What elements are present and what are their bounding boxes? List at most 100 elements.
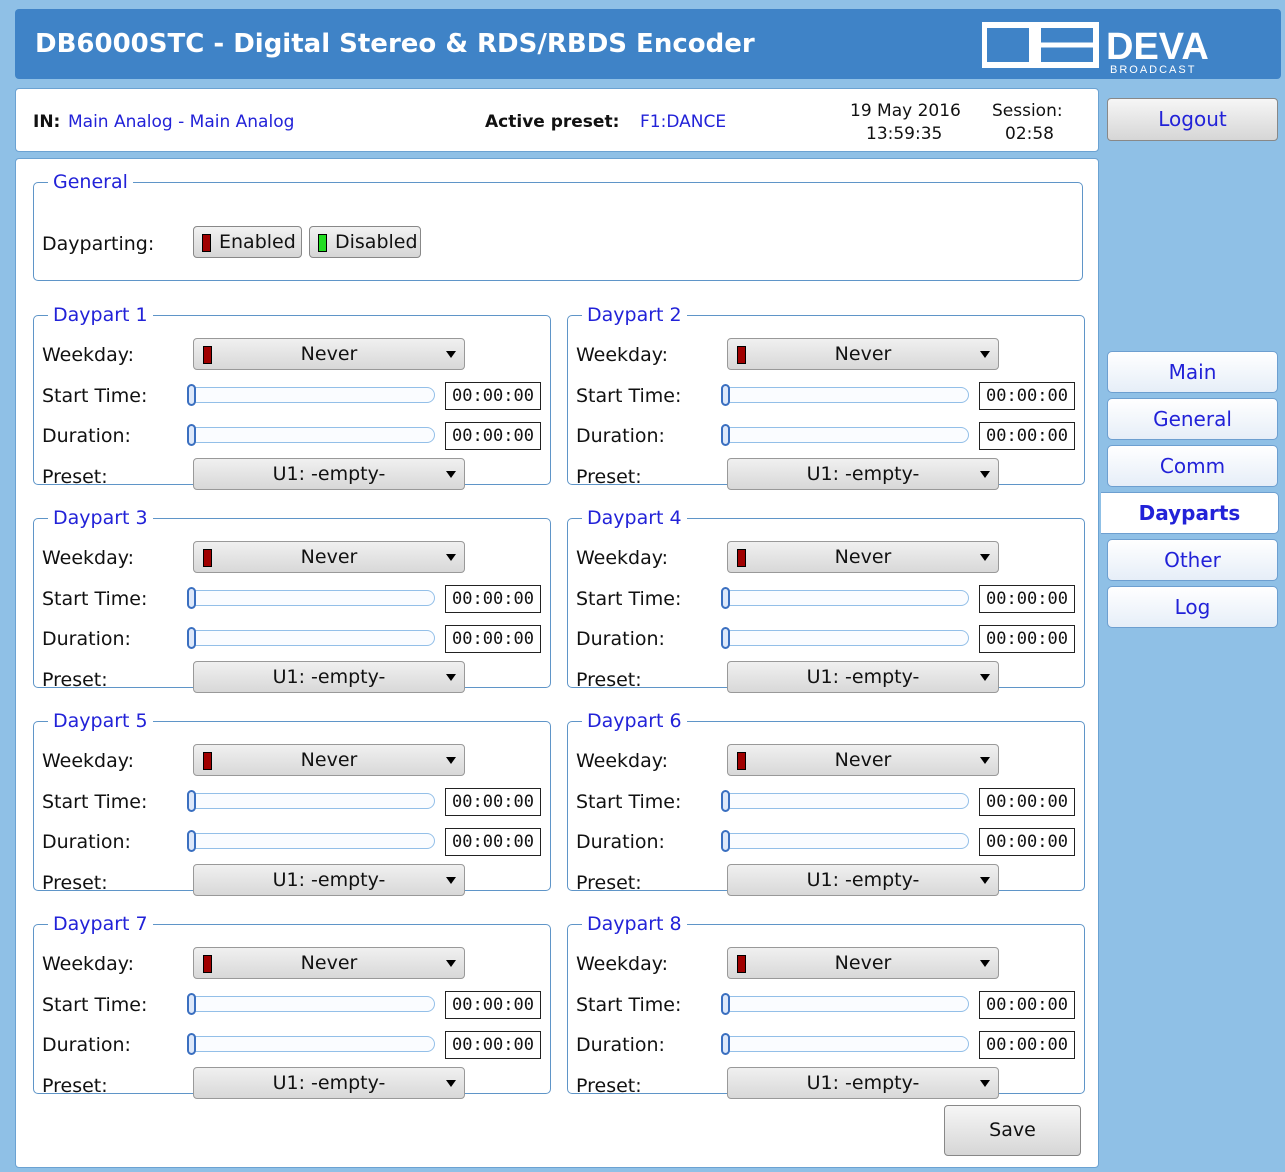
weekday-select[interactable]: Never [727, 744, 999, 776]
daypart-legend: Daypart 4 [587, 507, 682, 529]
preset-select[interactable]: U1: -empty- [193, 864, 465, 896]
daypart-group: Daypart 3 Weekday: Never Start Time: 00:… [33, 507, 551, 693]
preset-select[interactable]: U1: -empty- [193, 661, 465, 693]
general-legend: General [53, 171, 128, 193]
slider-handle[interactable] [187, 424, 196, 446]
weekday-label: Weekday: [42, 547, 135, 569]
weekday-select[interactable]: Never [727, 541, 999, 573]
preset-select[interactable]: U1: -empty- [727, 661, 999, 693]
dayparting-disabled-button[interactable]: Disabled [309, 226, 421, 258]
start-time-slider[interactable] [721, 384, 969, 406]
preset-select[interactable]: U1: -empty- [727, 458, 999, 490]
dayparting-enabled-button[interactable]: Enabled [193, 226, 302, 258]
duration-slider[interactable] [187, 627, 435, 649]
duration-field[interactable]: 00:00:00 [445, 422, 541, 450]
start-time-slider[interactable] [187, 384, 435, 406]
slider-handle[interactable] [187, 830, 196, 852]
save-button[interactable]: Save [944, 1105, 1081, 1156]
preset-select[interactable]: U1: -empty- [193, 1067, 465, 1099]
dropdown-arrow-icon [980, 351, 990, 358]
start-time-field[interactable]: 00:00:00 [445, 382, 541, 410]
start-time-field[interactable]: 00:00:00 [979, 788, 1075, 816]
daypart-legend: Daypart 2 [587, 304, 682, 326]
duration-field[interactable]: 00:00:00 [445, 828, 541, 856]
weekday-select[interactable]: Never [193, 338, 465, 370]
duration-slider[interactable] [721, 830, 969, 852]
duration-slider[interactable] [187, 830, 435, 852]
slider-handle[interactable] [721, 627, 730, 649]
start-time-field[interactable]: 00:00:00 [445, 991, 541, 1019]
daypart-group: Daypart 5 Weekday: Never Start Time: 00:… [33, 710, 551, 896]
daypart-group: Daypart 6 Weekday: Never Start Time: 00:… [567, 710, 1085, 896]
start-time-field[interactable]: 00:00:00 [445, 788, 541, 816]
duration-field[interactable]: 00:00:00 [979, 625, 1075, 653]
slider-handle[interactable] [187, 993, 196, 1015]
preset-select[interactable]: U1: -empty- [727, 1067, 999, 1099]
duration-slider[interactable] [721, 627, 969, 649]
tab-log[interactable]: Log [1107, 586, 1278, 628]
red-indicator-icon [203, 955, 212, 973]
daypart-group: Daypart 2 Weekday: Never Start Time: 00:… [567, 304, 1085, 490]
start-time-field[interactable]: 00:00:00 [979, 991, 1075, 1019]
preset-select[interactable]: U1: -empty- [727, 864, 999, 896]
weekday-label: Weekday: [576, 750, 669, 772]
dropdown-arrow-icon [980, 471, 990, 478]
slider-handle[interactable] [187, 627, 196, 649]
slider-handle[interactable] [721, 587, 730, 609]
weekday-select[interactable]: Never [193, 744, 465, 776]
weekday-label: Weekday: [576, 344, 669, 366]
start-time-slider[interactable] [721, 993, 969, 1015]
weekday-label: Weekday: [42, 750, 135, 772]
start-time-slider[interactable] [187, 587, 435, 609]
red-indicator-icon [737, 955, 746, 973]
duration-slider[interactable] [721, 1033, 969, 1055]
duration-field[interactable]: 00:00:00 [979, 828, 1075, 856]
slider-handle[interactable] [187, 587, 196, 609]
dropdown-arrow-icon [446, 757, 456, 764]
weekday-select[interactable]: Never [193, 541, 465, 573]
duration-slider[interactable] [187, 1033, 435, 1055]
slider-handle[interactable] [187, 384, 196, 406]
svg-text:BROADCAST: BROADCAST [1110, 64, 1196, 75]
duration-field[interactable]: 00:00:00 [445, 625, 541, 653]
duration-field[interactable]: 00:00:00 [445, 1031, 541, 1059]
tab-dayparts[interactable]: Dayparts [1101, 492, 1279, 534]
duration-field[interactable]: 00:00:00 [979, 422, 1075, 450]
tab-comm[interactable]: Comm [1107, 445, 1278, 487]
tab-other[interactable]: Other [1107, 539, 1278, 581]
weekday-label: Weekday: [576, 547, 669, 569]
start-time-slider[interactable] [187, 993, 435, 1015]
slider-handle[interactable] [721, 384, 730, 406]
weekday-label: Weekday: [42, 953, 135, 975]
start-time-slider[interactable] [187, 790, 435, 812]
start-time-field[interactable]: 00:00:00 [445, 585, 541, 613]
slider-handle[interactable] [721, 993, 730, 1015]
slider-handle[interactable] [187, 1033, 196, 1055]
logout-button[interactable]: Logout [1107, 98, 1278, 141]
red-indicator-icon [203, 752, 212, 770]
weekday-select[interactable]: Never [727, 338, 999, 370]
start-time-slider[interactable] [721, 790, 969, 812]
weekday-label: Weekday: [42, 344, 135, 366]
slider-handle[interactable] [721, 790, 730, 812]
status-bar: IN: Main Analog - Main Analog Active pre… [15, 88, 1099, 152]
start-time-slider[interactable] [721, 587, 969, 609]
weekday-select[interactable]: Never [727, 947, 999, 979]
duration-slider[interactable] [721, 424, 969, 446]
slider-handle[interactable] [187, 790, 196, 812]
slider-handle[interactable] [721, 1033, 730, 1055]
slider-handle[interactable] [721, 424, 730, 446]
tab-general[interactable]: General [1107, 398, 1278, 440]
weekday-select[interactable]: Never [193, 947, 465, 979]
start-time-label: Start Time: [42, 791, 148, 813]
duration-slider[interactable] [187, 424, 435, 446]
tab-main[interactable]: Main [1107, 351, 1278, 393]
slider-handle[interactable] [721, 830, 730, 852]
preset-select[interactable]: U1: -empty- [193, 458, 465, 490]
daypart-legend: Daypart 8 [587, 913, 682, 935]
dropdown-arrow-icon [446, 1080, 456, 1087]
start-time-field[interactable]: 00:00:00 [979, 382, 1075, 410]
svg-text:DEVA: DEVA [1106, 26, 1209, 68]
duration-field[interactable]: 00:00:00 [979, 1031, 1075, 1059]
start-time-field[interactable]: 00:00:00 [979, 585, 1075, 613]
